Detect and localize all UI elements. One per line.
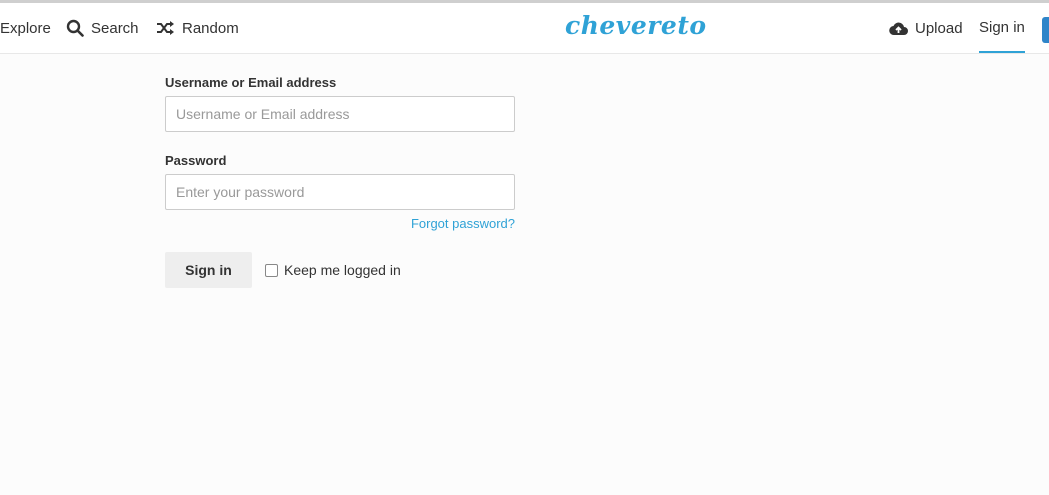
keep-logged-in-label: Keep me logged in <box>284 262 401 278</box>
username-input[interactable] <box>165 96 515 132</box>
top-navigation-bar: Explore Search Random chevereto Upload S… <box>0 3 1049 54</box>
site-logo[interactable]: chevereto <box>565 11 707 40</box>
forgot-password-link[interactable]: Forgot password? <box>411 216 515 231</box>
keep-logged-in-checkbox[interactable] <box>265 263 278 277</box>
nav-random-label: Random <box>182 19 239 37</box>
nav-search[interactable]: Search <box>66 3 139 53</box>
search-icon <box>66 19 84 37</box>
sign-in-button[interactable]: Sign in <box>165 252 252 288</box>
password-input[interactable] <box>165 174 515 210</box>
username-label: Username or Email address <box>165 75 337 90</box>
nav-explore[interactable]: Explore <box>0 3 51 53</box>
password-label: Password <box>165 153 227 168</box>
cloud-upload-icon <box>889 20 908 36</box>
nav-explore-label: Explore <box>0 19 51 37</box>
nav-upload[interactable]: Upload <box>889 3 963 53</box>
nav-upload-label: Upload <box>915 19 963 37</box>
shuffle-icon <box>156 20 175 36</box>
nav-random[interactable]: Random <box>156 3 239 53</box>
nav-signin[interactable]: Sign in <box>979 3 1025 53</box>
partial-header-button[interactable] <box>1042 17 1049 43</box>
nav-signin-label: Sign in <box>979 18 1025 36</box>
nav-search-label: Search <box>91 19 139 37</box>
keep-logged-in[interactable]: Keep me logged in <box>265 262 401 278</box>
